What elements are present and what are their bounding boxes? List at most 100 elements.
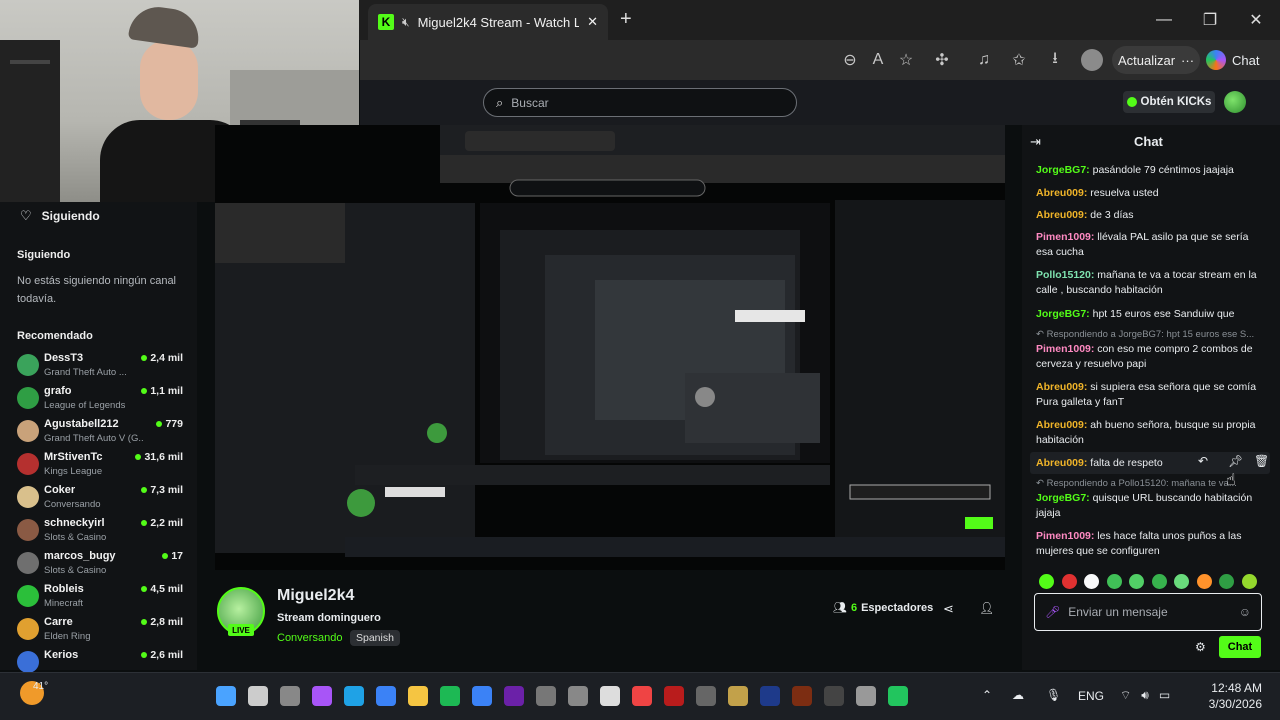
recommended-channel[interactable]: Carre Elden Ring 2,8 mil (17, 616, 187, 649)
notepad-icon[interactable] (600, 686, 620, 706)
spotify-icon[interactable] (440, 686, 460, 706)
clock-date[interactable]: 3/30/2026 (1200, 697, 1262, 711)
video-player[interactable] (215, 125, 1005, 570)
recommended-channel[interactable]: MrStivenTc Kings League 31,6 mil (17, 451, 187, 484)
following-header[interactable]: ♡ Siguiendo (20, 208, 100, 224)
emote-icon[interactable] (1174, 574, 1189, 589)
copilot-icon[interactable] (312, 686, 332, 706)
app-icon[interactable] (504, 686, 524, 706)
minimize-button[interactable]: — (1144, 6, 1184, 34)
restore-button[interactable]: ❐ (1190, 6, 1230, 34)
update-button[interactable]: Actualizar ··· (1112, 46, 1200, 74)
chat-username[interactable]: Pollo15120: (1036, 269, 1094, 281)
recommended-channel[interactable]: marcos_bugy Slots & Casino 17 (17, 550, 187, 583)
task-view-icon[interactable] (280, 686, 300, 706)
start-icon[interactable] (216, 686, 236, 706)
tray-chevron-icon[interactable]: ⌃ (982, 688, 992, 702)
emote-icon[interactable] (1039, 574, 1054, 589)
close-window-button[interactable]: ✕ (1236, 6, 1276, 34)
recommended-channel[interactable]: schneckyirl Slots & Casino 2,2 mil (17, 517, 187, 550)
settings-icon[interactable] (856, 686, 876, 706)
store-icon[interactable] (376, 686, 396, 706)
obs-icon[interactable] (824, 686, 844, 706)
chat-username[interactable]: Pimen1009: (1036, 530, 1094, 542)
zoom-icon[interactable]: ⊖ (839, 50, 861, 70)
emoji-icon[interactable]: ☺ (1239, 605, 1251, 619)
system-tray[interactable]: ⌔ 🔊︎ ▭ (1120, 688, 1170, 703)
profile-avatar[interactable] (1081, 49, 1103, 71)
onedrive-icon[interactable]: ☁ (1012, 688, 1024, 702)
emote-icon[interactable] (1061, 574, 1077, 589)
chat-username[interactable]: Abreu009: (1036, 209, 1087, 221)
reply-text: Respondiendo a JorgeBG7: hpt 15 euros es… (1046, 329, 1255, 340)
emote-icon[interactable] (1106, 574, 1122, 589)
emote-icon[interactable] (1241, 574, 1257, 589)
share-icon[interactable]: ⋖ (943, 601, 954, 617)
copilot-button[interactable]: Chat (1206, 46, 1276, 74)
chat-username[interactable]: Pimen1009: (1036, 231, 1094, 243)
browser-tab[interactable]: K 🔇︎ Miguel2k4 Stream - Watch Liv ✕ (368, 4, 608, 40)
downloads-icon[interactable]: ⭳ (1044, 50, 1066, 70)
music-icon[interactable] (632, 686, 652, 706)
collapse-chat-icon[interactable]: ⇥ (1030, 134, 1041, 150)
favorite-star-icon[interactable]: ☆ (895, 50, 917, 70)
whatsapp-icon[interactable] (888, 686, 908, 706)
search-input[interactable]: ⌕ Buscar (483, 88, 797, 117)
chat-send-button[interactable]: Chat (1219, 636, 1261, 658)
edge-icon[interactable] (344, 686, 364, 706)
chat-username[interactable]: Abreu009: (1036, 419, 1087, 431)
get-kicks-button[interactable]: Obtén KICKs (1123, 91, 1215, 113)
close-tab-icon[interactable]: ✕ (587, 14, 598, 30)
chat-reply-context[interactable]: ↶ Respondiendo a Pollo15120: mañana te v… (1036, 478, 1258, 489)
emote-icon[interactable] (1196, 574, 1212, 589)
photoshop-icon[interactable] (760, 686, 780, 706)
recommended-channel[interactable]: Agustabell212 Grand Theft Auto V (G... 779 (17, 418, 187, 451)
calculator-icon[interactable] (696, 686, 716, 706)
new-tab-button[interactable]: + (620, 8, 632, 31)
chat-username[interactable]: Abreu009: (1036, 381, 1087, 393)
illustrator-icon[interactable] (792, 686, 812, 706)
follow-user-icon[interactable]: 👤︎ (979, 601, 994, 615)
weather-temp[interactable]: 41° (33, 681, 48, 692)
favorites-icon[interactable]: ✩ (1008, 50, 1030, 70)
chat-reply-context[interactable]: ↶ Respondiendo a JorgeBG7: hpt 15 euros … (1036, 329, 1258, 340)
copilot-label: Chat (1232, 52, 1260, 68)
chat-input[interactable]: 🎤︎ Enviar un mensaje ☺ (1034, 593, 1262, 631)
user-avatar[interactable] (1224, 91, 1246, 113)
security-icon[interactable] (472, 686, 492, 706)
emote-icon[interactable] (1219, 574, 1234, 589)
app-icon[interactable] (664, 686, 684, 706)
chat-username[interactable]: JorgeBG7: (1036, 308, 1090, 320)
streamer-name[interactable]: Miguel2k4 (277, 587, 354, 605)
clock-time[interactable]: 12:48 AM (1206, 681, 1262, 695)
recommended-channel[interactable]: grafo League of Legends 1,1 mil (17, 385, 187, 418)
mute-icon[interactable]: 🔇︎ (402, 15, 410, 30)
stream-category-link[interactable]: Conversando (277, 632, 342, 644)
pin-icon[interactable]: 📌︎ (1228, 454, 1243, 468)
recommended-channel[interactable]: Robleis Minecraft 4,5 mil (17, 583, 187, 616)
language-indicator[interactable]: ENG (1078, 689, 1104, 703)
chat-username[interactable]: Abreu009: (1036, 457, 1087, 469)
extensions-icon[interactable]: ✣ (931, 50, 953, 70)
reply-icon[interactable]: ↶ (1198, 454, 1208, 468)
app-icon[interactable] (536, 686, 556, 706)
emote-icon[interactable] (1084, 574, 1099, 589)
language-tag[interactable]: Spanish (350, 630, 400, 646)
file-explorer-icon[interactable] (408, 686, 428, 706)
chat-username[interactable]: JorgeBG7: (1036, 492, 1090, 504)
chat-username[interactable]: Abreu009: (1036, 187, 1087, 199)
recommended-channel[interactable]: DessT3 Grand Theft Auto ... 2,4 mil (17, 352, 187, 385)
search-icon[interactable] (248, 686, 268, 706)
emote-icon[interactable] (1151, 574, 1167, 589)
recommended-channel[interactable]: Coker Conversando 7,3 mil (17, 484, 187, 517)
app-icon[interactable] (568, 686, 588, 706)
mic-tray-icon[interactable]: 🎙︎ (1046, 688, 1061, 702)
settings-gear-icon[interactable]: ⚙ (1195, 640, 1206, 654)
chat-username[interactable]: Pimen1009: (1036, 343, 1094, 355)
app-icon[interactable] (728, 686, 748, 706)
delete-icon[interactable]: 🗑︎ (1254, 454, 1269, 468)
media-icon[interactable]: ♫ (973, 50, 995, 70)
read-aloud-icon[interactable]: A (867, 50, 889, 70)
emote-icon[interactable] (1129, 574, 1144, 589)
chat-username[interactable]: JorgeBG7: (1036, 164, 1090, 176)
